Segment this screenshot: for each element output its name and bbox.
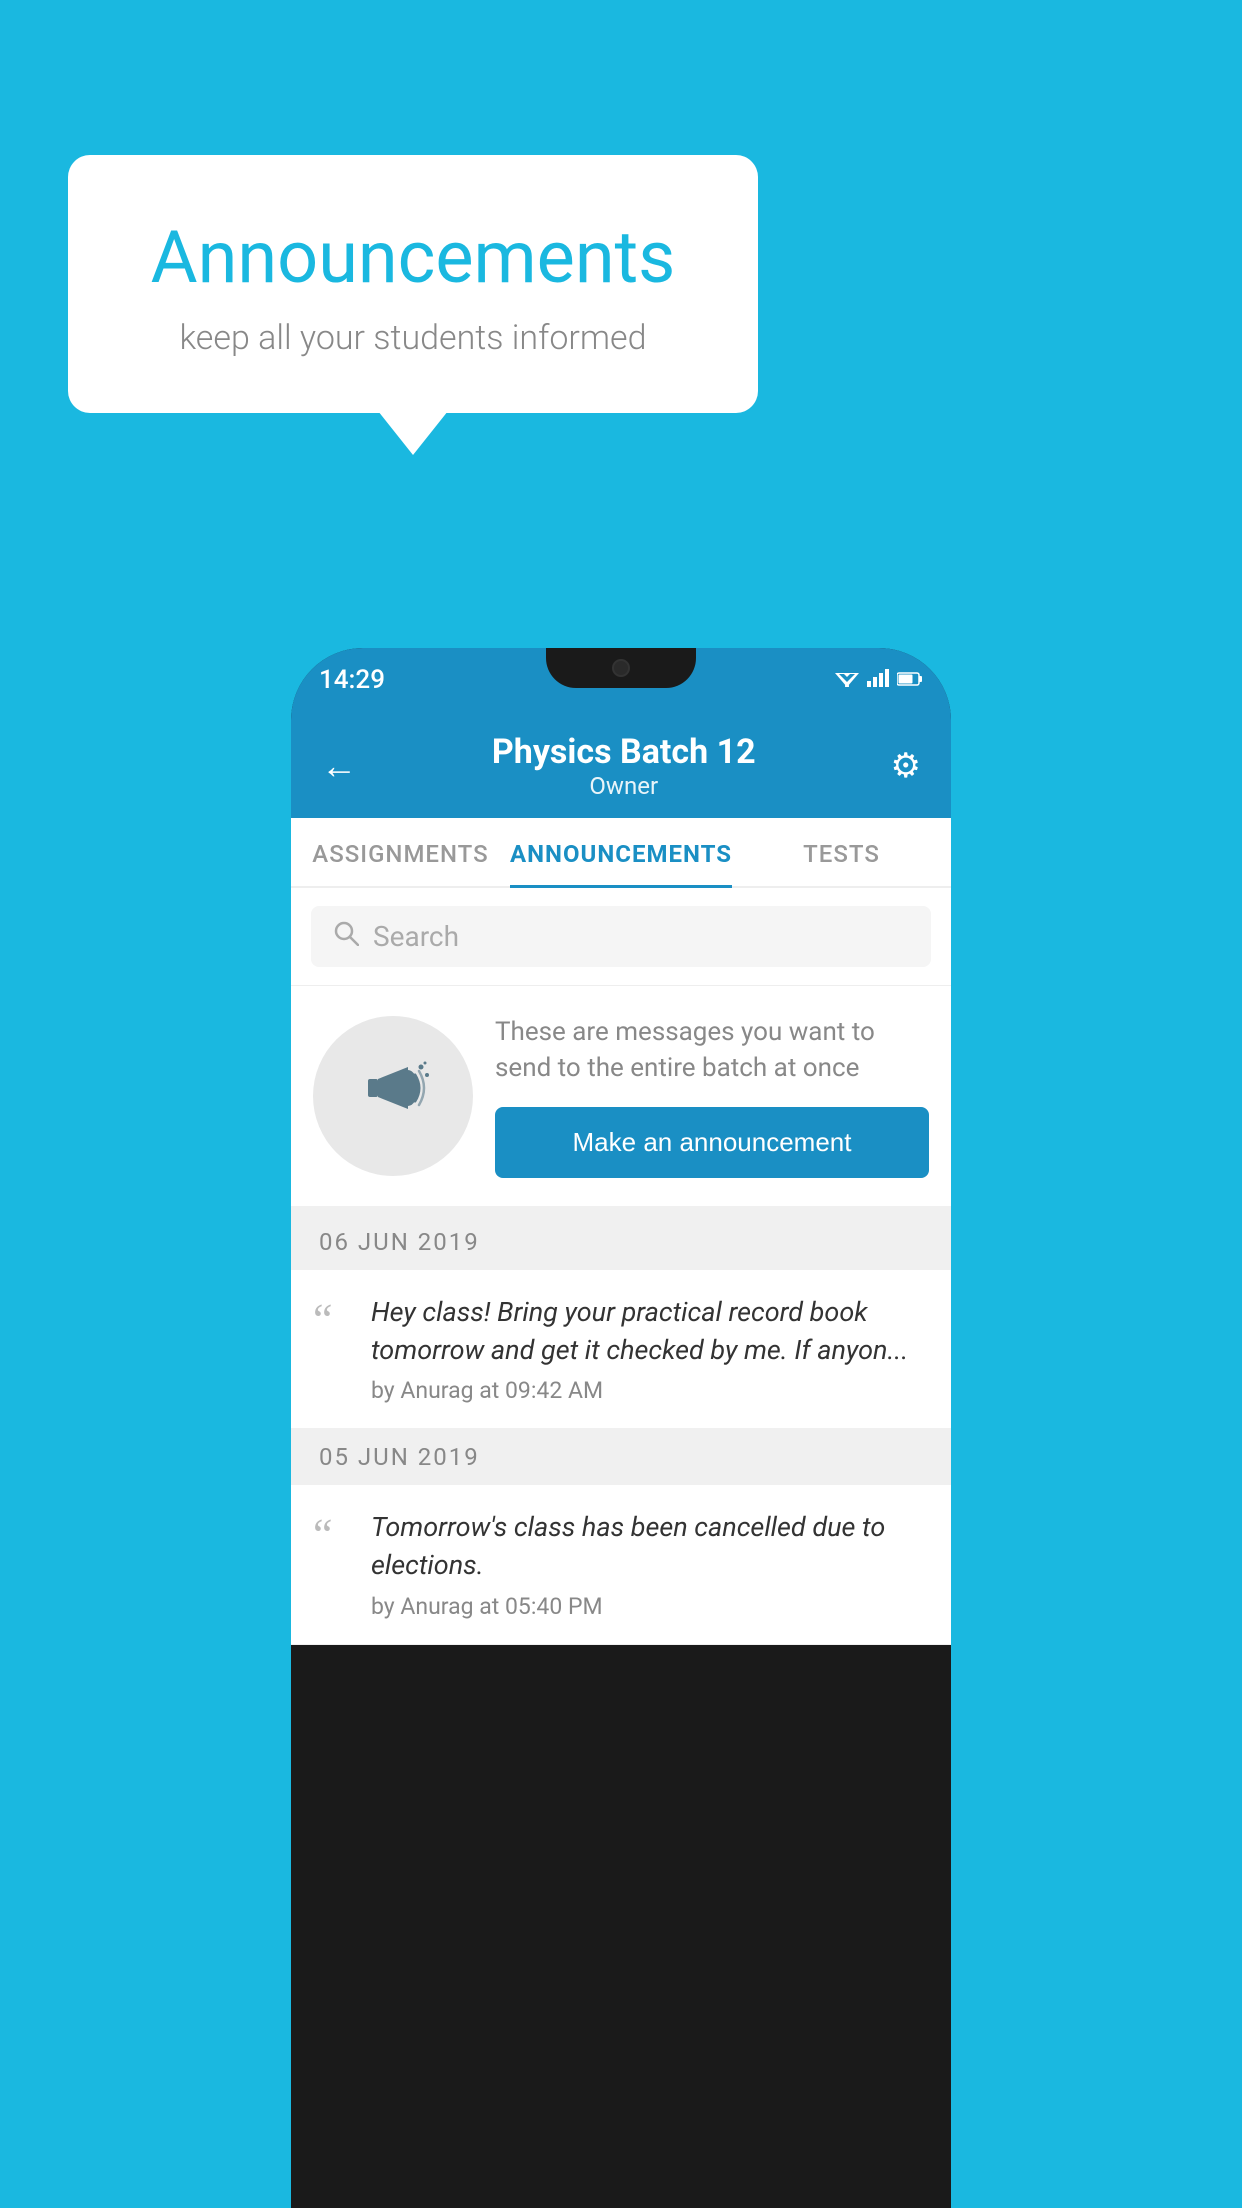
announcement-content-2: Tomorrow's class has been cancelled due … — [371, 1509, 929, 1620]
status-time: 14:29 — [319, 665, 385, 695]
announcement-text-2: Tomorrow's class has been cancelled due … — [371, 1509, 929, 1585]
make-announcement-button[interactable]: Make an announcement — [495, 1107, 929, 1178]
promo-section: These are messages you want to send to t… — [291, 986, 951, 1214]
announcement-text-1: Hey class! Bring your practical record b… — [371, 1294, 929, 1370]
speech-bubble-container: Announcements keep all your students inf… — [68, 155, 758, 413]
back-button[interactable]: ← — [321, 745, 357, 787]
status-icons — [835, 668, 923, 693]
batch-title: Physics Batch 12 — [357, 732, 891, 772]
phone-content: Search — [291, 888, 951, 1645]
announcement-item-2[interactable]: “ Tomorrow's class has been cancelled du… — [291, 1485, 951, 1645]
tabs-bar: ASSIGNMENTS ANNOUNCEMENTS TESTS — [291, 818, 951, 888]
settings-icon[interactable]: ⚙ — [891, 746, 921, 786]
tab-tests[interactable]: TESTS — [732, 818, 951, 886]
megaphone-circle — [313, 1016, 473, 1176]
announcement-content-1: Hey class! Bring your practical record b… — [371, 1294, 929, 1405]
quote-icon-2: “ — [313, 1513, 353, 1557]
battery-icon — [897, 668, 923, 693]
promo-right: These are messages you want to send to t… — [495, 1014, 929, 1178]
camera — [612, 659, 630, 677]
status-bar: 14:29 — [291, 648, 951, 712]
speech-bubble: Announcements keep all your students inf… — [68, 155, 758, 413]
search-icon — [333, 920, 359, 953]
date-separator-1: 06 JUN 2019 — [291, 1214, 951, 1270]
announcements-subtitle: keep all your students informed — [118, 318, 708, 358]
tab-assignments[interactable]: ASSIGNMENTS — [291, 818, 510, 886]
quote-icon-1: “ — [313, 1298, 353, 1342]
date-separator-2: 05 JUN 2019 — [291, 1429, 951, 1485]
notch — [546, 648, 696, 688]
tab-announcements[interactable]: ANNOUNCEMENTS — [510, 818, 732, 886]
signal-icon — [867, 668, 889, 693]
promo-description: These are messages you want to send to t… — [495, 1014, 929, 1087]
app-header: ← Physics Batch 12 Owner ⚙ — [291, 712, 951, 818]
search-placeholder: Search — [373, 920, 459, 953]
announcement-item-1[interactable]: “ Hey class! Bring your practical record… — [291, 1270, 951, 1430]
wifi-icon — [835, 668, 859, 693]
announcements-title: Announcements — [118, 215, 708, 300]
batch-role: Owner — [357, 772, 891, 800]
search-container: Search — [291, 888, 951, 986]
search-bar[interactable]: Search — [311, 906, 931, 967]
header-title-area: Physics Batch 12 Owner — [357, 732, 891, 800]
megaphone-icon — [353, 1047, 433, 1145]
announcement-meta-1: by Anurag at 09:42 AM — [371, 1377, 929, 1404]
phone-frame: 14:29 — [291, 648, 951, 2208]
announcement-meta-2: by Anurag at 05:40 PM — [371, 1593, 929, 1620]
